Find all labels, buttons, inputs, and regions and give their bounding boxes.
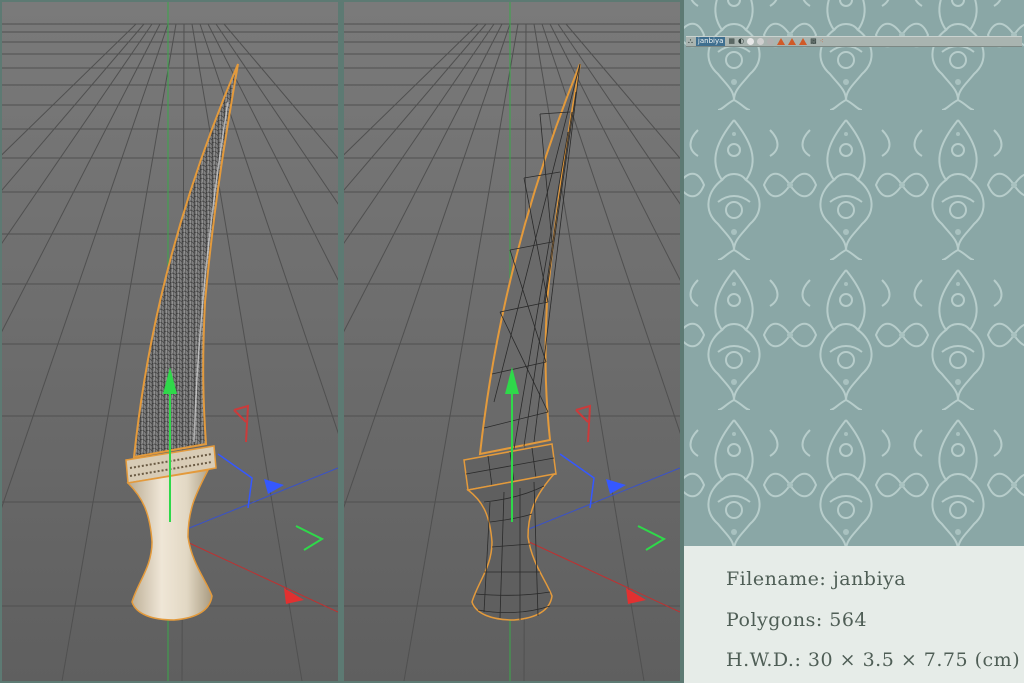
viewport-canvas[interactable] <box>2 2 338 681</box>
filename-text: Filename: janbiya <box>726 568 907 590</box>
polygons-text: Polygons: 564 <box>726 609 868 631</box>
damask-texture-preview <box>684 0 1024 546</box>
material-toolbar: ⛬ janbiya ▦ ◐ ▩ ⁖ <box>686 36 1022 47</box>
dimensions-text: H.W.D.: 30 × 3.5 × 7.75 (cm) <box>726 649 1021 671</box>
material-ball-icon[interactable] <box>747 38 755 45</box>
object-name-label[interactable]: janbiya <box>695 37 726 46</box>
triangle-icon[interactable] <box>777 38 786 45</box>
viewport-textured[interactable] <box>2 2 338 681</box>
layer-icon[interactable]: ▦ <box>728 37 735 46</box>
tag-icon[interactable]: ◐ <box>738 37 744 46</box>
material-panel: ⛬ janbiya ▦ ◐ ▩ ⁖ Filename: janbiya Poly… <box>684 0 1024 683</box>
material-ball-icon[interactable] <box>767 38 775 45</box>
viewport-canvas[interactable] <box>344 2 680 681</box>
model-info-panel: Filename: janbiya Polygons: 564 H.W.D.: … <box>684 546 1024 683</box>
triangle-icon[interactable] <box>799 38 808 45</box>
dots-icon[interactable]: ⁖ <box>820 37 824 46</box>
object-manager-icon[interactable]: ⛬ <box>688 37 693 46</box>
material-ball-icon[interactable] <box>757 38 765 45</box>
triangle-icon[interactable] <box>788 38 797 45</box>
checker-icon[interactable]: ▩ <box>810 37 817 46</box>
viewport-wireframe[interactable] <box>344 2 680 681</box>
